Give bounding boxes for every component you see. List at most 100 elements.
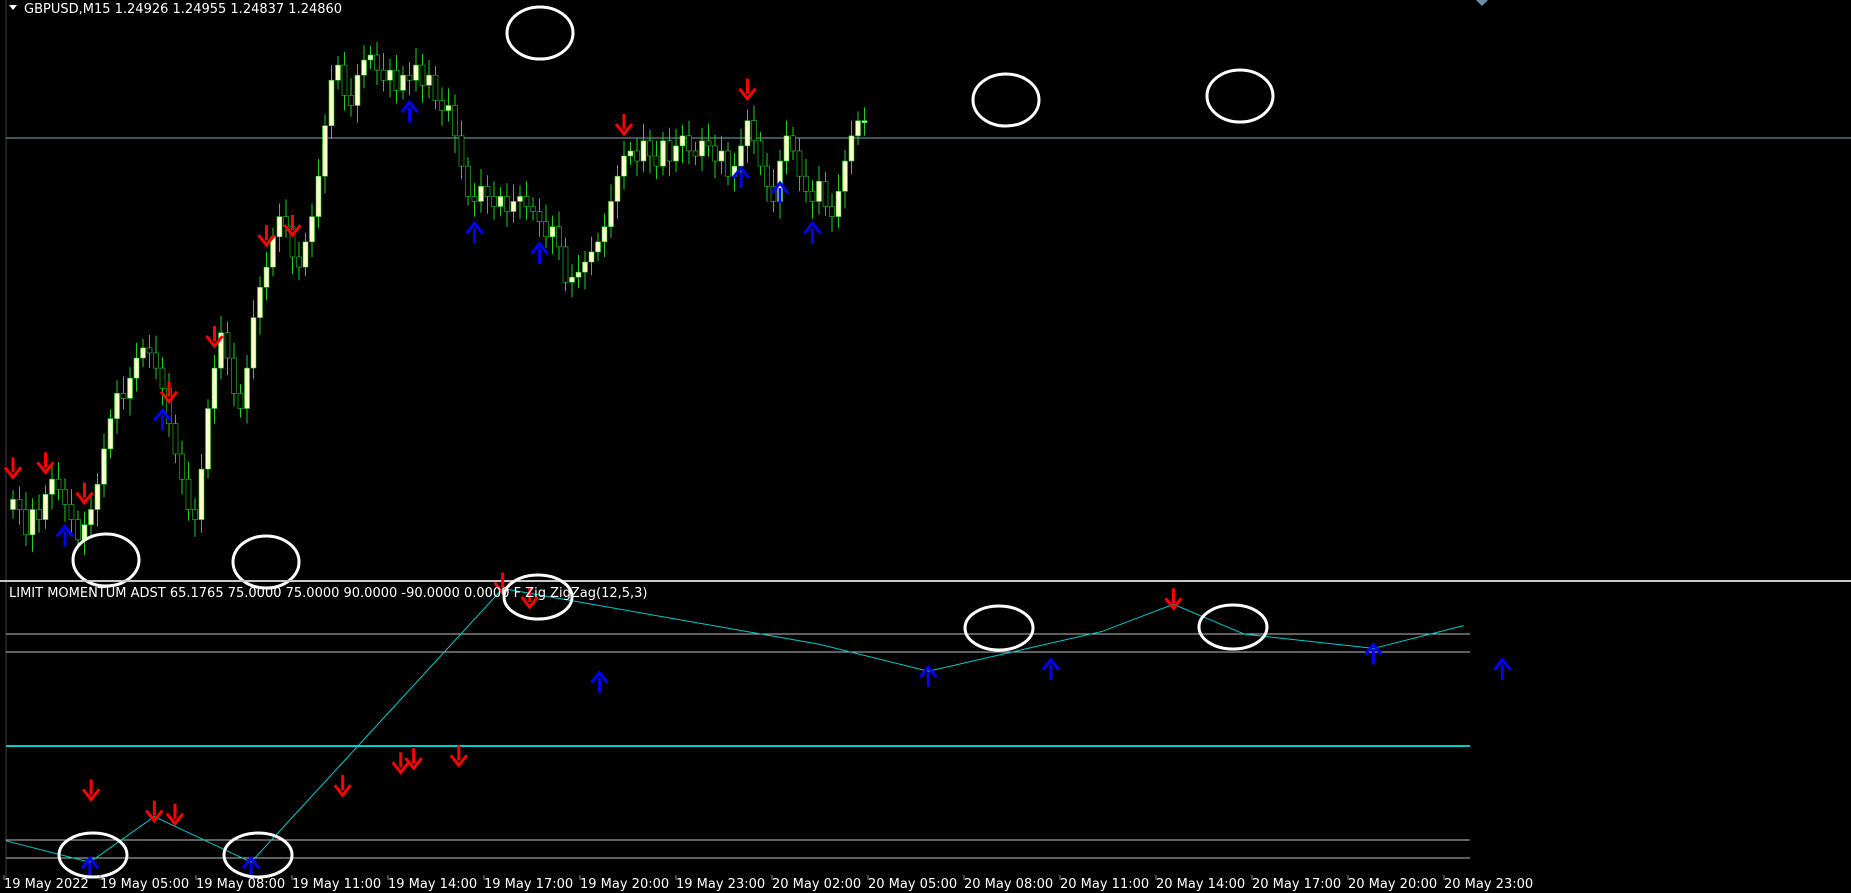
candle-body bbox=[712, 145, 718, 162]
time-axis: 19 May 2022 19 May 05:00 19 May 08:00 19 Ma… bbox=[3, 875, 1533, 892]
candle-body bbox=[627, 150, 634, 157]
candle-body bbox=[36, 509, 42, 520]
time-axis-label: 19 May 17:00 bbox=[484, 877, 573, 892]
candle-body bbox=[842, 160, 848, 192]
candle-body bbox=[751, 120, 757, 142]
candle-body bbox=[133, 357, 140, 379]
candle-body bbox=[796, 150, 803, 177]
candle-body bbox=[374, 54, 380, 71]
candle-body bbox=[276, 216, 283, 238]
candle-body bbox=[335, 64, 341, 81]
time-axis-label: 20 May 08:00 bbox=[964, 877, 1053, 892]
candle-body bbox=[231, 357, 237, 394]
price-pane[interactable]: GBPUSD,M15 1.24926 1.24955 1.24837 1.248… bbox=[0, 0, 1851, 880]
time-axis-label: 20 May 05:00 bbox=[868, 877, 957, 892]
zigzag-line bbox=[5, 588, 1464, 863]
candle-body bbox=[705, 140, 712, 147]
indicator-sell-arrow bbox=[391, 752, 410, 775]
candle-body bbox=[361, 59, 367, 76]
candle-body bbox=[588, 251, 595, 263]
time-axis-label: 20 May 17:00 bbox=[1252, 877, 1341, 892]
candle-body bbox=[692, 150, 699, 157]
indicator-highlight-circles bbox=[57, 573, 1269, 879]
candle-body bbox=[458, 135, 465, 167]
candle-body bbox=[582, 261, 588, 273]
indicator-sell-arrow bbox=[449, 745, 468, 768]
candle-body bbox=[211, 367, 218, 409]
candle-body bbox=[29, 509, 36, 536]
indicator-sell-arrow bbox=[1164, 588, 1183, 611]
candle-body bbox=[23, 509, 29, 536]
candle-body bbox=[341, 64, 348, 96]
candle-body bbox=[159, 367, 166, 389]
indicator-pane[interactable]: LIMIT MOMENTUM ADST 65.1765 75.0000 75.0… bbox=[5, 572, 1512, 879]
candle-body bbox=[549, 226, 556, 238]
candle-body bbox=[16, 499, 23, 510]
trading-chart[interactable]: GBPUSD,M15 1.24926 1.24955 1.24837 1.248… bbox=[0, 0, 1851, 893]
candle-body bbox=[107, 418, 114, 450]
candle-body bbox=[179, 453, 185, 480]
candle-body bbox=[257, 286, 263, 318]
candle-body bbox=[224, 332, 231, 359]
candle-body bbox=[185, 478, 192, 510]
candle-body bbox=[848, 135, 855, 162]
candle-body bbox=[55, 478, 62, 490]
candle-body bbox=[250, 317, 257, 369]
candle-body bbox=[835, 191, 842, 217]
candle-body bbox=[426, 74, 432, 86]
candle-body bbox=[764, 165, 770, 187]
price-pane-background bbox=[0, 0, 1851, 580]
candle-body bbox=[504, 196, 510, 212]
candle-body bbox=[198, 468, 205, 520]
time-axis-label: 19 May 11:00 bbox=[292, 877, 381, 892]
candle-body bbox=[757, 140, 764, 167]
candle-body bbox=[439, 100, 445, 111]
candle-body bbox=[153, 352, 159, 369]
time-axis-label: 20 May 11:00 bbox=[1060, 877, 1149, 892]
candle-body bbox=[595, 241, 601, 253]
time-axis-label: 19 May 14:00 bbox=[388, 877, 477, 892]
candle-body bbox=[42, 494, 49, 520]
candle-body bbox=[497, 196, 504, 207]
candle-body bbox=[634, 150, 640, 162]
candle-body bbox=[10, 499, 16, 510]
candle-body bbox=[393, 69, 400, 91]
candle-body bbox=[601, 226, 608, 243]
candle-body bbox=[62, 488, 68, 505]
symbol-header: GBPUSD,M15 1.24926 1.24955 1.24837 1.248… bbox=[24, 2, 342, 17]
candle-body bbox=[94, 483, 101, 510]
candle-body bbox=[120, 393, 127, 399]
candle-body bbox=[406, 74, 413, 81]
candle-body bbox=[432, 74, 439, 101]
candle-body bbox=[75, 519, 81, 541]
candle-body bbox=[127, 377, 133, 399]
candle-body bbox=[666, 140, 673, 162]
candle-body bbox=[562, 246, 569, 283]
indicator-buy-arrow bbox=[590, 670, 609, 693]
candle-body bbox=[491, 196, 497, 207]
candle-body bbox=[192, 509, 198, 520]
indicator-arrows-group bbox=[80, 572, 1512, 879]
candle-body bbox=[322, 125, 328, 177]
time-axis-label: 19 May 23:00 bbox=[676, 877, 765, 892]
candle-body bbox=[471, 196, 478, 202]
candle-body bbox=[673, 145, 679, 162]
candle-body bbox=[328, 79, 335, 127]
candle-body bbox=[556, 226, 562, 248]
candle-body bbox=[699, 140, 705, 157]
indicator-sell-arrow bbox=[165, 803, 185, 827]
candle-body bbox=[679, 135, 686, 147]
candle-body bbox=[816, 180, 822, 202]
candle-body bbox=[660, 140, 666, 167]
candle-body bbox=[237, 393, 244, 409]
indicator-sell-arrow bbox=[81, 779, 101, 802]
candle-body bbox=[445, 105, 452, 111]
candle-body bbox=[608, 201, 614, 227]
candle-body bbox=[744, 120, 751, 147]
candle-body bbox=[348, 95, 354, 106]
candle-body bbox=[302, 241, 309, 268]
time-axis-label: 19 May 2022 bbox=[4, 877, 89, 892]
highlight-circle bbox=[1197, 603, 1269, 651]
candle-body bbox=[478, 186, 484, 202]
candle-body bbox=[725, 150, 731, 177]
